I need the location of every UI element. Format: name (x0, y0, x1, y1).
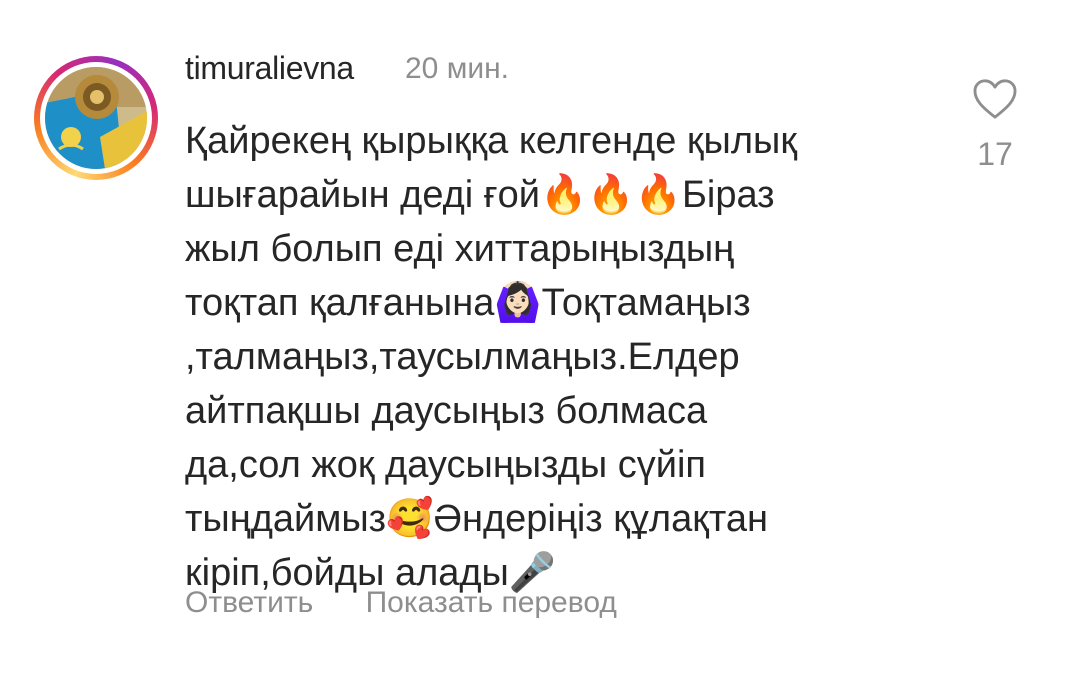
comment-line: да,сол жоқ даусыңызды сүйіп (185, 444, 706, 486)
comment-timestamp: 20 мин. (405, 52, 509, 85)
comment-text: Қайрекең қырыққа келгенде қылық шығарайы… (185, 114, 945, 600)
like-count: 17 (977, 136, 1013, 172)
kazakhstan-flag-emblem-icon (45, 67, 147, 169)
comment-actions: Ответить Показать перевод (185, 586, 661, 620)
comment-line: тыңдаймыз🥰Әндеріңіз құлақтан (185, 498, 768, 540)
like-button[interactable] (972, 78, 1018, 120)
heart-outline-icon (973, 79, 1017, 119)
avatar[interactable] (45, 67, 147, 169)
comment-line: ,талмаңыз,таусылмаңыз.Елдер (185, 336, 740, 378)
comment-username[interactable]: timuralievna (185, 50, 354, 87)
show-translation-button[interactable]: Показать перевод (366, 586, 617, 619)
avatar-story-ring[interactable] (34, 56, 158, 180)
comment-line: айтпақшы даусыңыз болмаса (185, 390, 708, 432)
reply-button[interactable]: Ответить (185, 586, 313, 619)
comment-line: Қайрекең қырыққа келгенде қылық (185, 120, 797, 162)
comment-line: жыл болып еді хиттарыңыздың (185, 228, 735, 270)
comment-line: шығарайын деді ғой🔥🔥🔥Біраз (185, 174, 775, 216)
comment-line: тоқтап қалғанына🙆🏻‍♀️Тоқтамаңыз (185, 282, 751, 324)
